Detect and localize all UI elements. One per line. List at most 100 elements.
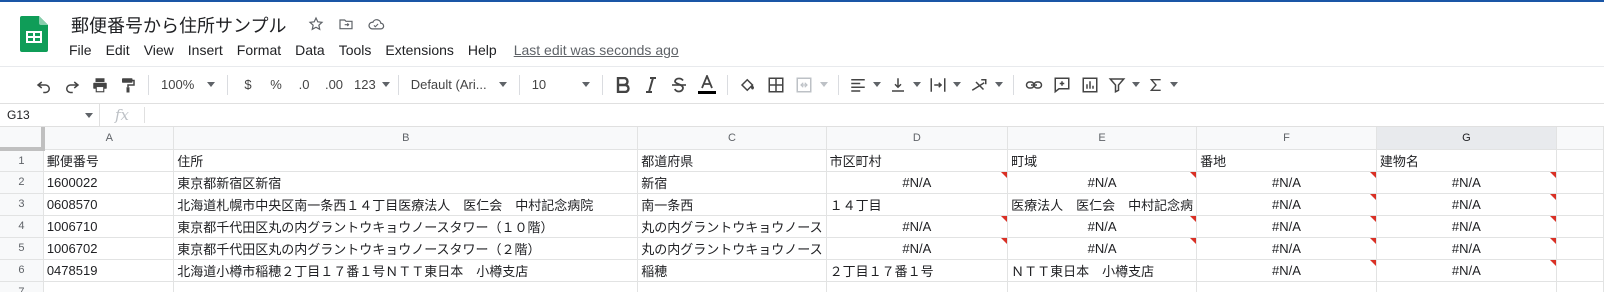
menu-help[interactable]: Help: [461, 40, 504, 60]
text-wrapping-select[interactable]: [925, 72, 965, 98]
insert-comment-icon[interactable]: [1048, 72, 1076, 98]
menu-file[interactable]: File: [62, 40, 99, 60]
cell-b4[interactable]: 東京都千代田区丸の内グラントウキョウノースタワー（１０階）: [173, 215, 639, 238]
cell-g1[interactable]: 建物名: [1376, 149, 1557, 172]
row-header[interactable]: 6: [0, 259, 44, 282]
menu-edit[interactable]: Edit: [99, 40, 137, 60]
cell-d4[interactable]: #N/A: [826, 215, 1009, 238]
undo-icon[interactable]: [30, 72, 58, 98]
cell-h2[interactable]: [1556, 171, 1604, 194]
cell-c2[interactable]: 新宿: [637, 171, 827, 194]
menu-insert[interactable]: Insert: [181, 40, 230, 60]
cell-a6[interactable]: 0478519: [43, 259, 175, 282]
cell-b7[interactable]: [173, 281, 639, 292]
cell-b5[interactable]: 東京都千代田区丸の内グラントウキョウノースタワー（２階）: [173, 237, 639, 260]
column-header-c[interactable]: C: [637, 127, 827, 150]
print-icon[interactable]: [86, 72, 114, 98]
name-box[interactable]: G13: [0, 104, 100, 126]
cell-c5[interactable]: 丸の内グラントウキョウノース: [637, 237, 827, 260]
font-family-select[interactable]: Default (Ari...: [405, 72, 513, 98]
merge-cells-select[interactable]: [790, 72, 832, 98]
column-header-b[interactable]: B: [173, 127, 639, 150]
italic-icon[interactable]: [637, 72, 665, 98]
sheets-logo-icon[interactable]: [20, 16, 48, 52]
cell-e3[interactable]: 医療法人 医仁会 中村記念病: [1007, 193, 1198, 216]
zoom-select[interactable]: 100%: [155, 72, 221, 98]
paint-format-icon[interactable]: [114, 72, 142, 98]
row-header[interactable]: 4: [0, 215, 44, 238]
cell-b2[interactable]: 東京都新宿区新宿: [173, 171, 639, 194]
document-title[interactable]: 郵便番号から住所サンプル: [71, 12, 286, 38]
cell-d3[interactable]: １４丁目: [826, 193, 1009, 216]
column-header-f[interactable]: F: [1196, 127, 1377, 150]
menu-view[interactable]: View: [137, 40, 181, 60]
cell-d6[interactable]: ２丁目１７番１号: [826, 259, 1009, 282]
cell-h5[interactable]: [1556, 237, 1604, 260]
cell-e1[interactable]: 町域: [1007, 149, 1198, 172]
cell-d2[interactable]: #N/A: [826, 171, 1009, 194]
fill-color-icon[interactable]: [734, 72, 762, 98]
functions-select[interactable]: [1144, 72, 1182, 98]
column-header-e[interactable]: E: [1007, 127, 1198, 150]
row-header[interactable]: 5: [0, 237, 44, 260]
cell-a5[interactable]: 1006702: [43, 237, 175, 260]
cell-g5[interactable]: #N/A: [1376, 237, 1557, 260]
cell-h3[interactable]: [1556, 193, 1604, 216]
cell-f3[interactable]: #N/A: [1196, 193, 1377, 216]
text-rotation-select[interactable]: [965, 72, 1007, 98]
cell-g4[interactable]: #N/A: [1376, 215, 1557, 238]
cell-g6[interactable]: #N/A: [1376, 259, 1557, 282]
row-header[interactable]: 7: [0, 281, 44, 292]
row-header[interactable]: 3: [0, 193, 44, 216]
vertical-align-select[interactable]: [885, 72, 925, 98]
cell-c7[interactable]: [637, 281, 827, 292]
cell-e5[interactable]: #N/A: [1007, 237, 1198, 260]
cell-f6[interactable]: #N/A: [1196, 259, 1377, 282]
strikethrough-icon[interactable]: [665, 72, 693, 98]
currency-format-button[interactable]: $: [234, 72, 262, 98]
cell-f7[interactable]: [1196, 281, 1377, 292]
select-all-corner[interactable]: [0, 127, 46, 151]
cell-d5[interactable]: #N/A: [826, 237, 1009, 260]
cell-g3[interactable]: #N/A: [1376, 193, 1557, 216]
decrease-decimal-button[interactable]: .0: [290, 72, 318, 98]
horizontal-align-select[interactable]: [845, 72, 885, 98]
borders-icon[interactable]: [762, 72, 790, 98]
insert-link-icon[interactable]: [1020, 72, 1048, 98]
cell-c6[interactable]: 稲穂: [637, 259, 827, 282]
more-formats-select[interactable]: 123: [350, 72, 392, 98]
column-header-d[interactable]: D: [826, 127, 1009, 150]
cell-c1[interactable]: 都道府県: [637, 149, 827, 172]
increase-decimal-button[interactable]: .00: [318, 72, 350, 98]
bold-icon[interactable]: [609, 72, 637, 98]
cell-f1[interactable]: 番地: [1196, 149, 1377, 172]
cell-f5[interactable]: #N/A: [1196, 237, 1377, 260]
cell-h7[interactable]: [1556, 281, 1604, 292]
cell-b3[interactable]: 北海道札幌市中央区南一条西１４丁目医療法人 医仁会 中村記念病院: [173, 193, 639, 216]
cell-c3[interactable]: 南一条西: [637, 193, 827, 216]
cloud-status-icon[interactable]: [365, 13, 387, 35]
text-color-icon[interactable]: [693, 72, 721, 98]
menu-extensions[interactable]: Extensions: [378, 40, 460, 60]
menu-data[interactable]: Data: [288, 40, 332, 60]
row-header[interactable]: 1: [0, 149, 44, 172]
cell-c4[interactable]: 丸の内グラントウキョウノース: [637, 215, 827, 238]
cell-h6[interactable]: [1556, 259, 1604, 282]
cell-d1[interactable]: 市区町村: [826, 149, 1009, 172]
menu-format[interactable]: Format: [230, 40, 288, 60]
cell-g2[interactable]: #N/A: [1376, 171, 1557, 194]
row-header[interactable]: 2: [0, 171, 44, 194]
cell-d7[interactable]: [826, 281, 1009, 292]
cell-a4[interactable]: 1006710: [43, 215, 175, 238]
cell-e7[interactable]: [1007, 281, 1198, 292]
percent-format-button[interactable]: %: [262, 72, 290, 98]
cell-a3[interactable]: 0608570: [43, 193, 175, 216]
cell-e2[interactable]: #N/A: [1007, 171, 1198, 194]
formula-input[interactable]: [145, 104, 1604, 126]
column-header-a[interactable]: A: [43, 127, 175, 150]
column-header-g[interactable]: G: [1376, 127, 1557, 150]
star-icon[interactable]: [305, 13, 327, 35]
redo-icon[interactable]: [58, 72, 86, 98]
cell-f2[interactable]: #N/A: [1196, 171, 1377, 194]
cell-e6[interactable]: ＮＴＴ東日本 小樽支店: [1007, 259, 1198, 282]
